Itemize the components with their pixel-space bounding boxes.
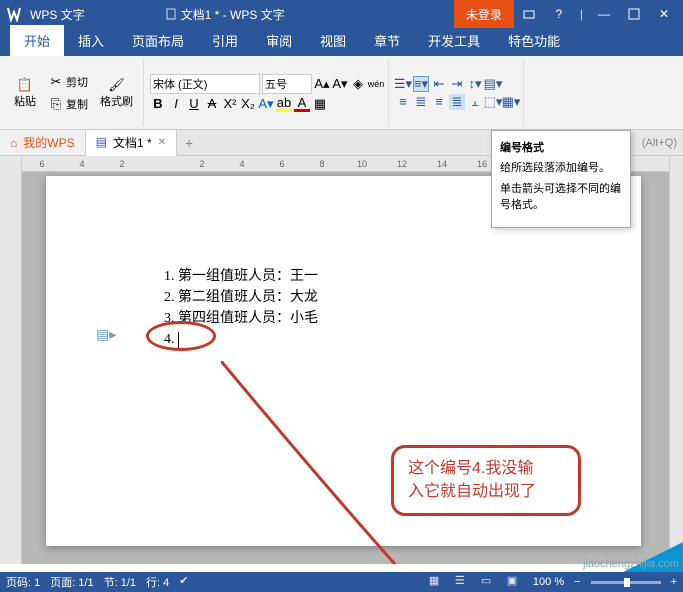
zoom-in-button[interactable]: + bbox=[671, 576, 677, 588]
borders-icon[interactable]: ▦▾ bbox=[503, 94, 519, 110]
wps-logo-icon bbox=[4, 4, 24, 24]
alt-q-hint: (Alt+Q) bbox=[642, 137, 677, 149]
vertical-scrollbar[interactable] bbox=[669, 156, 683, 564]
tab-chapter[interactable]: 章节 bbox=[360, 25, 414, 56]
tooltip-line-2: 单击箭头可选择不同的编号格式。 bbox=[500, 182, 622, 213]
copy-button[interactable]: ⎘复制 bbox=[44, 94, 92, 114]
maximize-icon[interactable] bbox=[619, 0, 649, 28]
brush-icon: 🖌 bbox=[109, 77, 125, 93]
status-line[interactable]: 行: 4 bbox=[146, 574, 169, 590]
view-read-icon[interactable]: ▣ bbox=[507, 574, 523, 590]
bold-icon[interactable]: B bbox=[150, 96, 166, 112]
cut-button[interactable]: ✂剪切 bbox=[44, 72, 92, 92]
subscript-icon[interactable]: X₂ bbox=[240, 96, 256, 112]
zoom-value[interactable]: 100 % bbox=[533, 576, 564, 588]
italic-icon[interactable]: I bbox=[168, 96, 184, 112]
increase-font-icon[interactable]: A▴ bbox=[314, 76, 330, 92]
decrease-indent-icon[interactable]: ⇤ bbox=[431, 76, 447, 92]
tooltip-line-1: 给所选段落添加编号。 bbox=[500, 161, 622, 176]
annotation-callout: 这个编号4.我没输 入它就自动出现了 bbox=[391, 445, 581, 516]
tab-references[interactable]: 引用 bbox=[198, 25, 252, 56]
clear-format-icon[interactable]: ◈ bbox=[350, 76, 366, 92]
doc-tab-1[interactable]: ▤ 文档1 * ✕ bbox=[86, 130, 177, 156]
watermark: jiaochengzhijia.com bbox=[583, 558, 679, 570]
doc-icon: ▤ bbox=[96, 135, 107, 149]
format-painter-button[interactable]: 🖌 格式刷 bbox=[94, 75, 139, 111]
view-print-icon[interactable]: ▦ bbox=[429, 574, 445, 590]
ribbon: 📋 粘贴 ✂剪切 ⎘复制 🖌 格式刷 A▴ A▾ ◈ wén B I U bbox=[0, 56, 683, 130]
align-right-icon[interactable]: ≡ bbox=[431, 94, 447, 110]
list-item[interactable] bbox=[178, 329, 531, 350]
para-settings-icon[interactable]: ▤▾ bbox=[485, 76, 501, 92]
home-icon: ⌂ bbox=[10, 136, 17, 150]
line-spacing-icon[interactable]: ↕▾ bbox=[467, 76, 483, 92]
zoom-out-button[interactable]: − bbox=[574, 576, 580, 588]
font-color-icon[interactable]: A bbox=[294, 96, 310, 112]
shading-icon[interactable]: ⬚▾ bbox=[485, 94, 501, 110]
vertical-ruler[interactable] bbox=[0, 156, 22, 564]
paste-button[interactable]: 📋 粘贴 bbox=[8, 75, 42, 111]
tab-insert[interactable]: 插入 bbox=[64, 25, 118, 56]
document-title-group: 文档1 * - WPS 文字 bbox=[165, 6, 285, 23]
status-pagecode[interactable]: 页码: 1 bbox=[6, 574, 40, 590]
tooltip-title: 编号格式 bbox=[500, 139, 622, 155]
login-badge[interactable]: 未登录 bbox=[454, 0, 514, 28]
add-tab-button[interactable]: + bbox=[177, 135, 201, 151]
tab-close-icon[interactable]: ✕ bbox=[158, 137, 166, 148]
tab-layout[interactable]: 页面布局 bbox=[118, 25, 198, 56]
document-icon bbox=[165, 8, 177, 20]
strike-icon[interactable]: A bbox=[204, 96, 220, 112]
status-bar: 页码: 1 页面: 1/1 节: 1/1 行: 4 ✔ ▦ ☰ ▭ ▣ 100 … bbox=[0, 572, 683, 592]
distribute-icon[interactable]: ⫠ bbox=[467, 94, 483, 110]
bullets-icon[interactable]: ☰▾ bbox=[395, 76, 411, 92]
status-pageof[interactable]: 页面: 1/1 bbox=[50, 574, 93, 590]
char-shading-icon[interactable]: ▦ bbox=[312, 96, 328, 112]
list-item[interactable]: 第一组值班人员：王一 bbox=[178, 266, 531, 287]
close-icon[interactable]: ✕ bbox=[649, 0, 679, 28]
superscript-icon[interactable]: X² bbox=[222, 96, 238, 112]
menu-bar: 开始 插入 页面布局 引用 审阅 视图 章节 开发工具 特色功能 bbox=[0, 28, 683, 56]
paste-icon: 📋 bbox=[17, 77, 33, 93]
document-title: 文档1 * - WPS 文字 bbox=[181, 6, 285, 23]
text-effects-icon[interactable]: A▾ bbox=[258, 96, 274, 112]
view-web-icon[interactable]: ▭ bbox=[481, 574, 497, 590]
status-section[interactable]: 节: 1/1 bbox=[104, 574, 136, 590]
font-name-combo[interactable] bbox=[150, 74, 260, 94]
font-size-combo[interactable] bbox=[262, 74, 312, 94]
paragraph-hint-icon[interactable]: ▤▸ bbox=[96, 326, 116, 343]
underline-icon[interactable]: U bbox=[186, 96, 202, 112]
align-center-icon[interactable]: ≣ bbox=[413, 94, 429, 110]
minimize-icon[interactable]: — bbox=[589, 0, 619, 28]
list-item[interactable]: 第二组值班人员：大龙 bbox=[178, 287, 531, 308]
help-icon[interactable]: ? bbox=[544, 0, 574, 28]
spellcheck-icon[interactable]: ✔ bbox=[179, 574, 195, 590]
tab-view[interactable]: 视图 bbox=[306, 25, 360, 56]
phonetic-icon[interactable]: wén bbox=[368, 76, 384, 92]
list-item[interactable]: 第四组值班人员：小毛 bbox=[178, 308, 531, 329]
tab-start[interactable]: 开始 bbox=[10, 25, 64, 56]
app-name: WPS 文字 bbox=[30, 6, 85, 23]
numbering-tooltip: 编号格式 给所选段落添加编号。 单击箭头可选择不同的编号格式。 bbox=[491, 130, 631, 228]
tab-features[interactable]: 特色功能 bbox=[494, 25, 574, 56]
page[interactable]: 第一组值班人员：王一 第二组值班人员：大龙 第四组值班人员：小毛 ▤▸ 这个编号… bbox=[46, 176, 641, 546]
annotation-circle bbox=[146, 321, 216, 351]
scissors-icon: ✂ bbox=[48, 74, 64, 90]
align-justify-icon[interactable]: ≣ bbox=[449, 94, 465, 110]
zoom-slider[interactable] bbox=[591, 581, 661, 584]
tab-review[interactable]: 审阅 bbox=[252, 25, 306, 56]
skin-icon[interactable] bbox=[514, 0, 544, 28]
align-left-icon[interactable]: ≡ bbox=[395, 94, 411, 110]
numbering-icon[interactable]: ≡▾ bbox=[413, 76, 429, 92]
tab-dev[interactable]: 开发工具 bbox=[414, 25, 494, 56]
highlight-icon[interactable]: ab bbox=[276, 96, 292, 112]
copy-icon: ⎘ bbox=[48, 96, 64, 112]
home-tab[interactable]: ⌂ 我的WPS bbox=[0, 130, 86, 155]
decrease-font-icon[interactable]: A▾ bbox=[332, 76, 348, 92]
increase-indent-icon[interactable]: ⇥ bbox=[449, 76, 465, 92]
view-outline-icon[interactable]: ☰ bbox=[455, 574, 471, 590]
